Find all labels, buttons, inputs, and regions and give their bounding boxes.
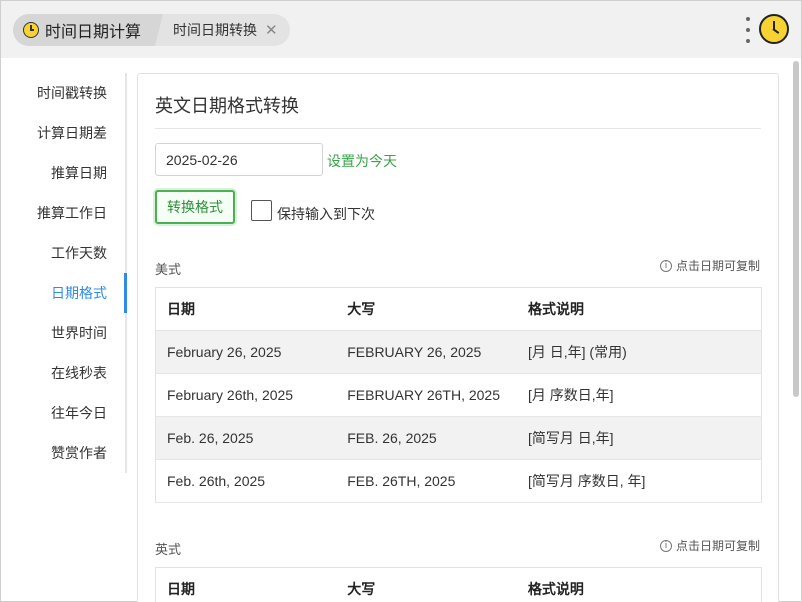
uppercase-cell[interactable]: FEB. 26TH, 2025 <box>336 459 517 503</box>
tab-sub-label: 时间日期转换 <box>173 22 258 38</box>
uk-copy-hint: i 点击日期可复制 <box>659 537 760 554</box>
format-desc-cell: [月 序数日,年] <box>516 373 762 417</box>
header-format-desc: 格式说明 <box>516 287 762 331</box>
us-section-label: 美式 <box>155 262 182 277</box>
tab-group: 时间日期计算 时间日期转换 ✕ <box>13 14 290 46</box>
sidebar-active-indicator <box>124 273 127 313</box>
page-title: 英文日期格式转换 <box>155 96 299 116</box>
sidebar-item-stopwatch[interactable]: 在线秒表 <box>51 353 107 393</box>
header-date: 日期 <box>155 567 337 602</box>
copy-hint-text: 点击日期可复制 <box>675 539 760 553</box>
us-format-table: 日期 大写 格式说明 February 26, 2025 FEBRUARY 26… <box>155 287 762 503</box>
table-row: February 26th, 2025 FEBRUARY 26TH, 2025 … <box>155 373 762 417</box>
header-format-desc: 格式说明 <box>516 567 762 602</box>
sidebar-item-calc-date[interactable]: 推算日期 <box>51 153 107 193</box>
table-header-row: 日期 大写 格式说明 <box>155 287 762 331</box>
clock-icon <box>23 22 39 38</box>
sidebar-item-donate[interactable]: 赞赏作者 <box>51 433 107 473</box>
uk-format-table: 日期 大写 格式说明 <box>155 567 762 602</box>
convert-format-button[interactable]: 转换格式 <box>155 190 235 224</box>
sidebar-item-world-time[interactable]: 世界时间 <box>51 313 107 353</box>
header-uppercase: 大写 <box>336 287 517 331</box>
date-input[interactable] <box>155 143 323 176</box>
sidebar-item-date-diff[interactable]: 计算日期差 <box>37 113 107 153</box>
tab-main-label: 时间日期计算 <box>45 24 142 41</box>
info-icon: i <box>659 259 672 272</box>
copy-hint-text: 点击日期可复制 <box>675 259 760 273</box>
table-row: Feb. 26, 2025 FEB. 26, 2025 [简写月 日,年] <box>155 416 762 460</box>
sidebar-item-timestamp[interactable]: 时间戳转换 <box>37 73 107 113</box>
date-cell[interactable]: Feb. 26th, 2025 <box>155 459 337 503</box>
more-menu-icon[interactable] <box>744 17 752 43</box>
date-cell[interactable]: February 26th, 2025 <box>155 373 337 417</box>
uk-section-label: 英式 <box>155 542 182 557</box>
keep-input-checkbox[interactable] <box>251 200 272 221</box>
top-tab-bar: 时间日期计算 时间日期转换 ✕ <box>1 1 801 58</box>
uppercase-cell[interactable]: FEB. 26, 2025 <box>336 416 517 460</box>
header-uppercase: 大写 <box>336 567 517 602</box>
info-icon: i <box>659 539 672 552</box>
format-desc-cell: [简写月 日,年] <box>516 416 762 460</box>
table-row: Feb. 26th, 2025 FEB. 26TH, 2025 [简写月 序数日… <box>155 459 762 503</box>
us-copy-hint: i 点击日期可复制 <box>659 257 760 274</box>
date-cell[interactable]: February 26, 2025 <box>155 330 337 374</box>
clock-avatar-icon[interactable] <box>759 14 789 44</box>
table-header-row: 日期 大写 格式说明 <box>155 567 762 602</box>
date-format-card: 英文日期格式转换 设置为今天 转换格式 保持输入到下次 美式 i 点击日期可复制… <box>137 73 779 602</box>
format-desc-cell: [月 日,年] (常用) <box>516 330 762 374</box>
sidebar-item-calc-workday[interactable]: 推算工作日 <box>37 193 107 233</box>
sidebar-item-this-day[interactable]: 往年今日 <box>51 393 107 433</box>
tab-time-date-calc[interactable]: 时间日期计算 <box>13 14 164 46</box>
close-icon[interactable]: ✕ <box>265 21 278 39</box>
set-today-link[interactable]: 设置为今天 <box>327 151 397 171</box>
title-divider <box>155 128 761 129</box>
sidebar-item-date-format[interactable]: 日期格式 <box>51 273 107 313</box>
sidebar-nav: 时间戳转换 计算日期差 推算日期 推算工作日 工作天数 日期格式 世界时间 在线… <box>1 73 127 473</box>
tab-time-date-convert[interactable]: 时间日期转换 ✕ <box>155 20 278 40</box>
keep-input-label: 保持输入到下次 <box>277 206 375 222</box>
uppercase-cell[interactable]: FEBRUARY 26, 2025 <box>336 330 517 374</box>
format-desc-cell: [简写月 序数日, 年] <box>516 459 762 503</box>
date-cell[interactable]: Feb. 26, 2025 <box>155 416 337 460</box>
uppercase-cell[interactable]: FEBRUARY 26TH, 2025 <box>336 373 517 417</box>
scrollbar[interactable] <box>793 61 799 397</box>
table-row: February 26, 2025 FEBRUARY 26, 2025 [月 日… <box>155 330 762 374</box>
sidebar-item-workdays[interactable]: 工作天数 <box>51 233 107 273</box>
header-date: 日期 <box>155 287 337 331</box>
